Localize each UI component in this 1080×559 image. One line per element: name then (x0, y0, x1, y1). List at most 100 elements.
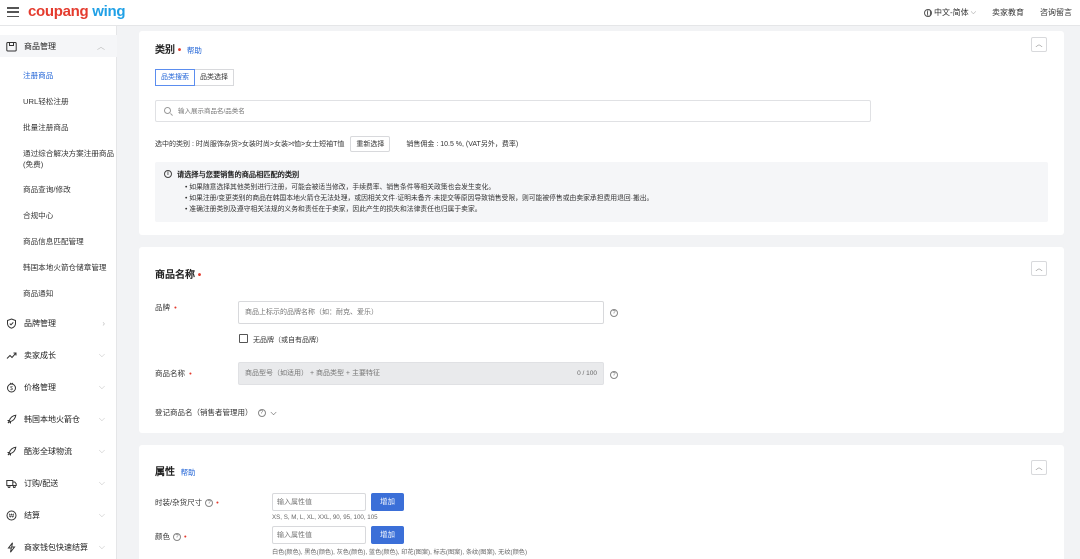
required-mark: • (197, 270, 202, 281)
chevron-right-icon: › (102, 318, 105, 328)
sidebar-item-info-matching[interactable]: 商品信息匹配管理 (23, 236, 115, 247)
sidebar-item-url-register[interactable]: URL轻松注册 (23, 96, 115, 107)
no-brand-checkbox[interactable] (239, 334, 248, 343)
question-icon[interactable]: ? (257, 408, 266, 417)
sidebar-group-global-logistics[interactable]: 酷澎全球物流 ⌵ (0, 440, 117, 462)
chevron-down-icon: ⌵ (98, 350, 105, 359)
sidebar-group-seller-growth[interactable]: 卖家成长 ⌵ (0, 344, 117, 366)
collapse-category-button[interactable]: ︿ (1031, 37, 1047, 52)
logo-brand: coupang (28, 3, 89, 20)
color-field (272, 526, 366, 544)
chevron-down-icon[interactable]: ⌵ (271, 408, 277, 418)
consult-link[interactable]: 咨询留言 (1040, 7, 1072, 18)
category-section: 类别 • 帮助 ︿ 品类搜索 品类选择 选中的类别 : 时尚服饰杂货>女装时尚>… (139, 31, 1064, 235)
chevron-down-icon: ⌵ (98, 478, 105, 487)
brand-input[interactable] (239, 302, 603, 323)
sidebar-group-label: 品牌管理 (24, 318, 56, 328)
tab-category-search[interactable]: 品类搜索 (155, 69, 195, 86)
chevron-down-icon: ⌵ (970, 8, 976, 16)
product-name-label: 商品名称 • (155, 368, 192, 379)
reselect-button[interactable]: 重新选择 (350, 136, 391, 152)
add-size-button[interactable]: 增加 (371, 493, 404, 511)
chevron-down-icon: ⌵ (98, 382, 105, 391)
brand-label: 品牌 • (155, 302, 177, 313)
sidebar: 商品管理 ︿ 注册商品 URL轻松注册 批量注册商品 通过综合解决方案注册商品 … (0, 26, 117, 559)
sidebar-group-product-management[interactable]: 商品管理 ︿ (0, 35, 117, 57)
sidebar-item-register-product[interactable]: 注册商品 (23, 70, 115, 81)
search-icon (164, 107, 171, 114)
language-selector[interactable]: 中文-简体 ⌵ (924, 7, 976, 18)
register-name-toggle[interactable]: 登记商品名（销售者管理用） ? ⌵ (155, 407, 277, 418)
question-icon[interactable]: ? (173, 532, 181, 541)
notice-item: 如果注册/变更类别的商品在韩国本地火箭仓无法处理，或因相关文件·证明未备齐·未提… (185, 193, 653, 204)
question-icon[interactable]: ? (205, 498, 214, 507)
language-label: 中文-简体 (934, 8, 969, 17)
sidebar-item-compliance[interactable]: 合规中心 (23, 210, 115, 221)
question-icon[interactable]: ? (610, 371, 618, 379)
truck-icon (5, 477, 17, 489)
sidebar-item-product-notice[interactable]: 商品通知 (23, 288, 115, 299)
char-counter: 0 / 100 (577, 370, 597, 377)
sidebar-group-label: 卖家成长 (24, 350, 56, 360)
no-brand-label: 无品牌（或自有品牌） (253, 337, 323, 344)
svg-text:$: $ (10, 386, 13, 392)
rocket-icon (5, 413, 17, 425)
globe-icon (924, 8, 933, 17)
selected-category-line: 选中的类别 : 时尚服饰杂货>女装时尚>女装>t恤>女士短袖T恤 重新选择 销售… (155, 136, 518, 152)
notice-item: 如果随意选择其他类别进行注册，可能会被适当修改，手续费率、销售条件等相关政策也会… (185, 182, 653, 193)
product-name-section: 商品名称 • ︿ 品牌 • ? 无品牌（或自有品牌） 商品名称 • 0 / 10… (139, 247, 1064, 433)
size-hint: XS, S, M, L, XL, XXL, 90, 95, 100, 105 (272, 514, 378, 521)
collapse-product-name-button[interactable]: ︿ (1031, 261, 1047, 276)
rocket-icon (5, 445, 17, 457)
category-title-text: 类别 (155, 45, 175, 56)
sidebar-group-brand[interactable]: 品牌管理 › (0, 312, 117, 334)
sidebar-item-rocket-warehouse[interactable]: 韩国本地火箭仓储章管理 (23, 262, 115, 273)
product-name-input[interactable] (239, 363, 603, 384)
required-mark: • (216, 498, 219, 507)
color-label-text: 颜色 (155, 532, 170, 541)
sidebar-group-label: 酷澎全球物流 (24, 446, 72, 456)
size-input[interactable] (273, 494, 365, 510)
sidebar-group-wallet[interactable]: 商家钱包快速结算 ⌵ (0, 536, 117, 558)
logo[interactable]: coupang wing (28, 3, 126, 20)
commission-text: 销售佣金 : 10.5 %, (VAT另外，费率) (406, 141, 519, 148)
category-help-link[interactable]: 帮助 (187, 46, 202, 55)
add-color-button[interactable]: 增加 (371, 526, 404, 544)
sidebar-group-label: 价格管理 (24, 382, 56, 392)
question-icon[interactable]: ? (610, 309, 618, 317)
info-icon: i (164, 170, 172, 178)
sidebar-item-product-query[interactable]: 商品查询/修改 (23, 184, 115, 195)
menu-icon[interactable] (7, 7, 19, 18)
notice-item: 准确注册类别及遵守相关法规的义务和责任在于卖家，因此产生的损失和法律责任也归属于… (185, 204, 653, 215)
brand-label-text: 品牌 (155, 303, 170, 312)
sidebar-group-rocket[interactable]: 韩国本地火箭仓 ⌵ (0, 408, 117, 430)
category-notice: i 请选择与您要销售的商品相匹配的类别 如果随意选择其他类别进行注册，可能会被适… (155, 162, 1048, 222)
sidebar-item-bulk-register[interactable]: 批量注册商品 (23, 122, 115, 133)
sidebar-group-label: 韩国本地火箭仓 (24, 414, 80, 424)
logo-wing: wing (92, 3, 126, 20)
size-label-text: 时装/杂货尺寸 (155, 498, 203, 507)
required-mark: • (189, 369, 192, 378)
sidebar-group-settlement[interactable]: ₩ 结算 ⌵ (0, 504, 117, 526)
sidebar-group-label: 结算 (24, 510, 40, 520)
attributes-title: 属性 帮助 (155, 463, 196, 478)
product-name-field: 0 / 100 (238, 362, 604, 385)
required-mark: • (184, 532, 187, 541)
tab-category-select[interactable]: 品类选择 (195, 69, 234, 86)
product-name-label-text: 商品名称 (155, 369, 185, 378)
attributes-section: 属性 帮助 ︿ 时装/杂货尺寸 ? • 增加 XS, S, M, L, XL, … (139, 445, 1064, 559)
seller-education-link[interactable]: 卖家教育 (992, 7, 1024, 18)
register-name-label: 登记商品名（销售者管理用） (155, 408, 253, 417)
lightning-icon (5, 541, 17, 553)
category-tabs: 品类搜索 品类选择 (155, 69, 234, 86)
required-mark: • (177, 45, 182, 56)
category-search-input[interactable] (178, 104, 858, 118)
trend-icon (5, 349, 17, 361)
attributes-help-link[interactable]: 帮助 (181, 468, 196, 477)
sidebar-group-price[interactable]: $ 价格管理 ⌵ (0, 376, 117, 398)
collapse-attributes-button[interactable]: ︿ (1031, 460, 1047, 475)
top-bar: coupang wing 中文-简体 ⌵ 卖家教育 咨询留言 (0, 0, 1080, 26)
sidebar-group-orders[interactable]: 订购/配送 ⌵ (0, 472, 117, 494)
sidebar-item-solution-register[interactable]: 通过综合解决方案注册商品 (免费) (23, 148, 115, 170)
color-input[interactable] (273, 527, 365, 543)
